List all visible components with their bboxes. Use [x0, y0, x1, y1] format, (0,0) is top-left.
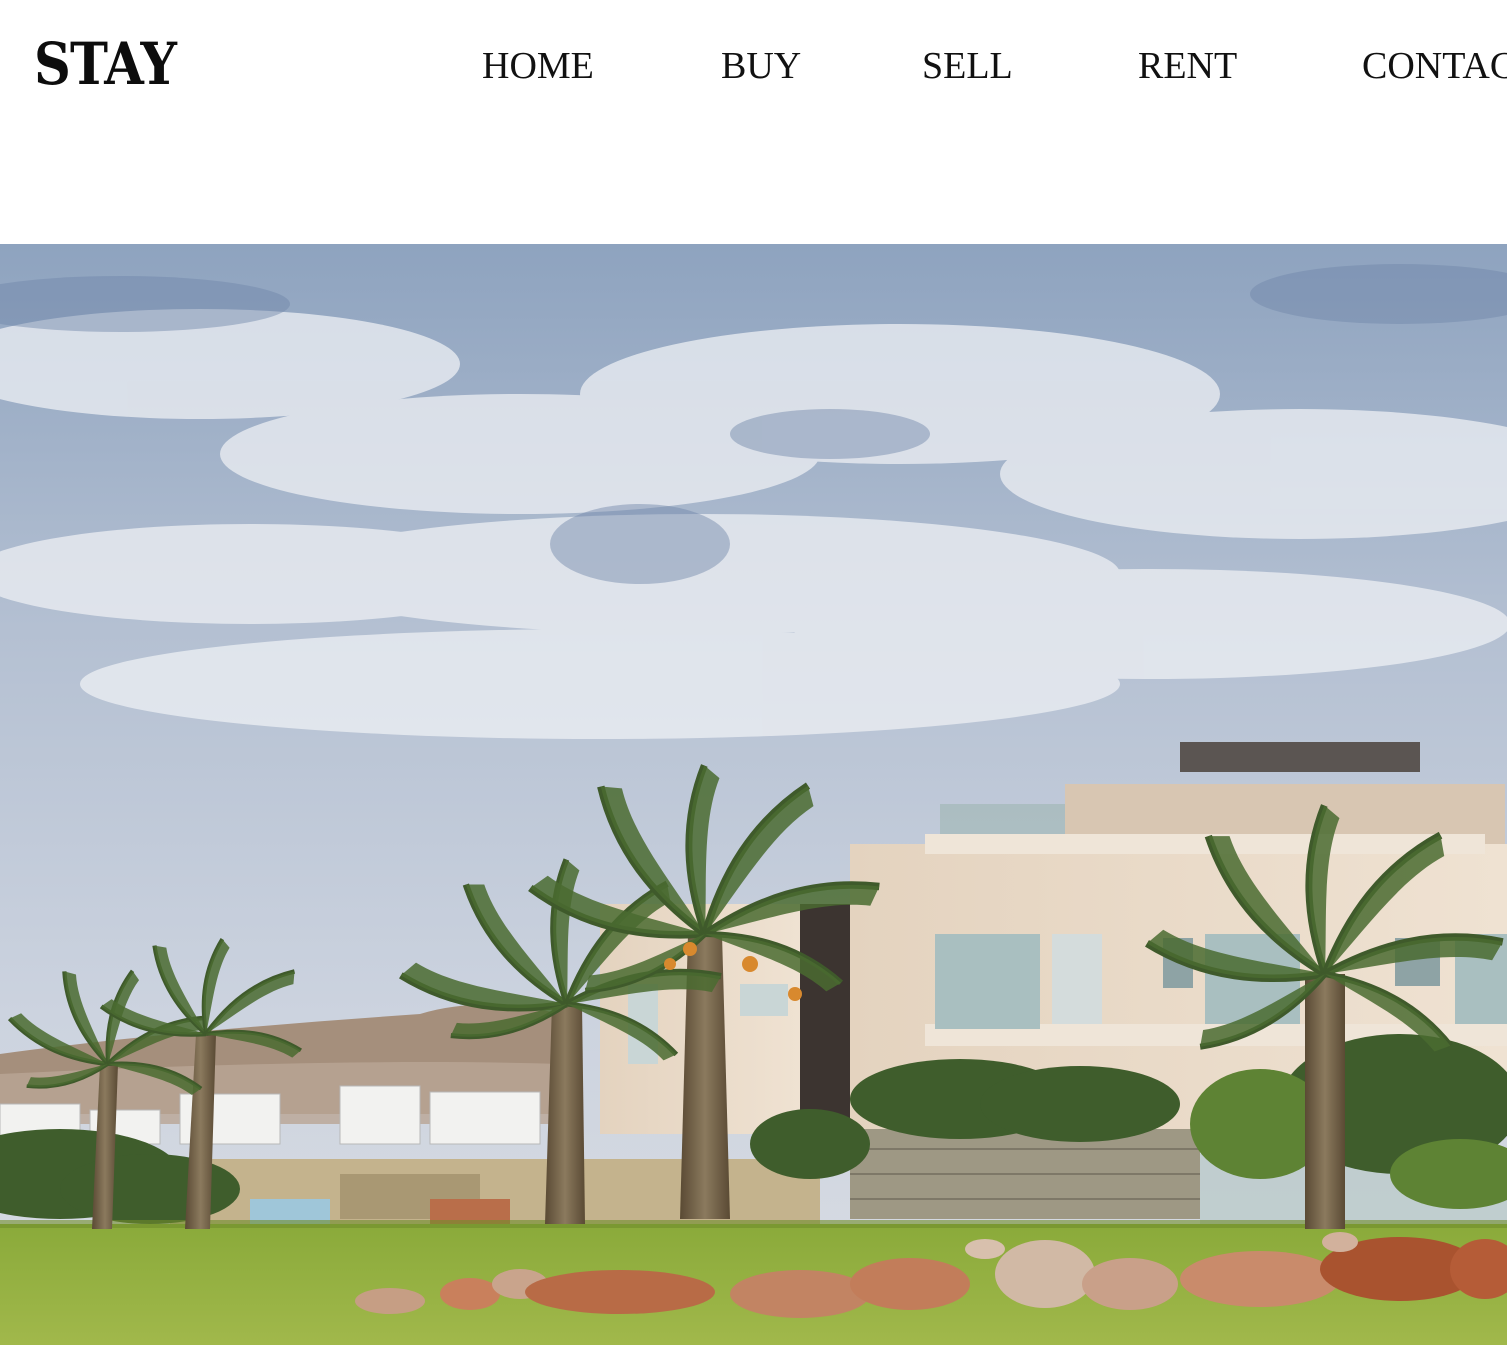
nav-buy-link[interactable]: BUY [721, 42, 801, 90]
nav-rent-link[interactable]: RENT [1138, 42, 1237, 90]
hero-image [0, 244, 1507, 1345]
villa-palm-trees-photo [0, 244, 1507, 1345]
main-nav: HOME BUY SELL RENT CONTACT [0, 42, 1507, 90]
nav-contact-link[interactable]: CONTACT [1362, 42, 1507, 90]
nav-home-link[interactable]: HOME [482, 42, 594, 90]
page: STAY HOME BUY SELL RENT CONTACT [0, 0, 1507, 1345]
nav-sell-link[interactable]: SELL [922, 42, 1013, 90]
site-header: STAY HOME BUY SELL RENT CONTACT [0, 0, 1507, 244]
